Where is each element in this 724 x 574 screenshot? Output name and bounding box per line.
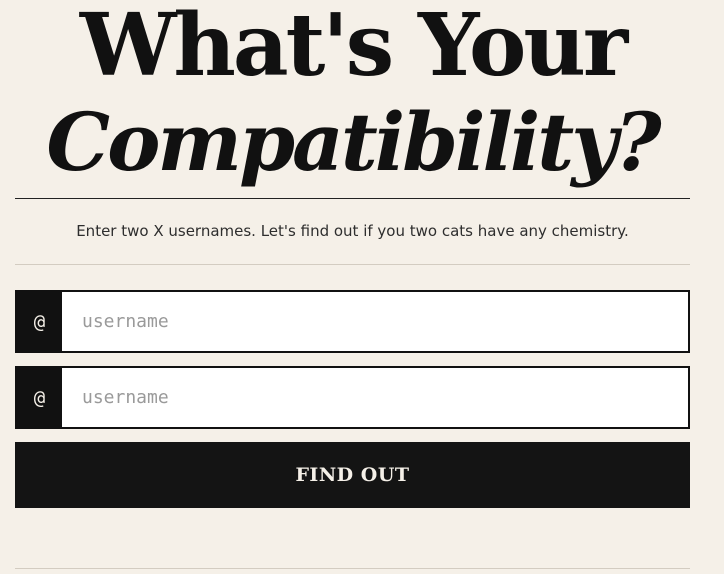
subtitle: Enter two X usernames. Let's find out if…: [76, 222, 629, 240]
page-title-line-1: What's Your: [79, 0, 628, 96]
section-divider-bottom: [15, 568, 690, 569]
section-divider-top: [15, 264, 690, 265]
find-out-button[interactable]: FIND OUT: [15, 442, 690, 508]
page-title-line-2: Compatibility?: [46, 95, 661, 189]
username-input-1[interactable]: [62, 292, 688, 351]
username-input-2[interactable]: [62, 368, 688, 427]
title-divider: [15, 198, 690, 199]
at-symbol-prefix: @: [17, 368, 62, 427]
at-symbol-prefix: @: [17, 292, 62, 351]
username-field-2: @: [15, 366, 690, 429]
username-field-1: @: [15, 290, 690, 353]
